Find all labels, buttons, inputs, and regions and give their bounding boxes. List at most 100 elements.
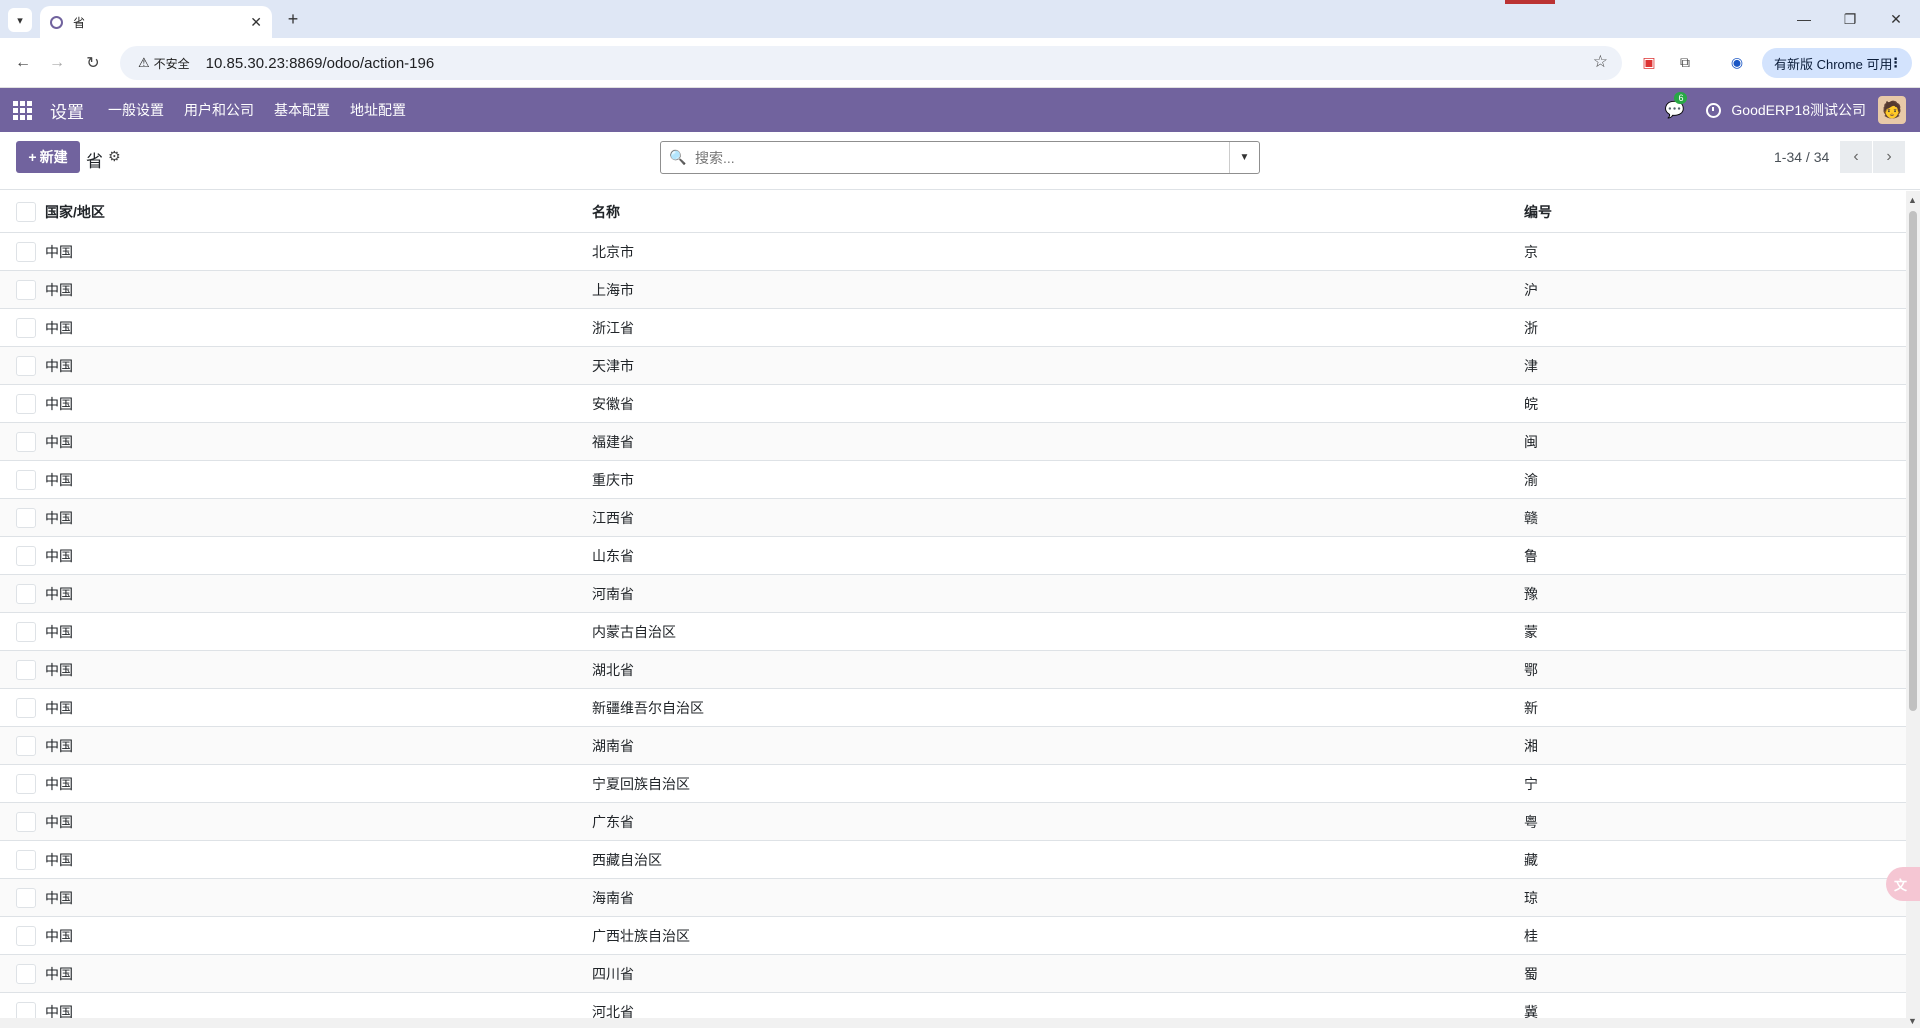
- table-row[interactable]: 中国 河南省 豫: [0, 575, 1906, 613]
- menu-general-settings[interactable]: 一般设置: [98, 100, 174, 120]
- row-checkbox[interactable]: [16, 545, 36, 566]
- chrome-update-button[interactable]: 有新版 Chrome 可用 ⋮: [1762, 48, 1912, 78]
- row-checkbox[interactable]: [16, 849, 36, 870]
- table-row[interactable]: 中国 宁夏回族自治区 宁: [0, 765, 1906, 803]
- cell-name: 海南省: [592, 889, 634, 906]
- url-text[interactable]: 10.85.30.23:8869/odoo/action-196: [206, 55, 435, 72]
- vertical-scrollbar[interactable]: ▲ ▼: [1906, 191, 1920, 1028]
- app-brand[interactable]: 设置: [50, 98, 84, 123]
- row-checkbox[interactable]: [16, 963, 36, 984]
- gear-icon[interactable]: ⚙: [108, 148, 121, 165]
- pager-previous-icon[interactable]: ‹: [1840, 141, 1872, 173]
- pager-next-icon[interactable]: ›: [1873, 141, 1905, 173]
- back-icon[interactable]: ←: [10, 50, 36, 76]
- cell-name: 上海市: [592, 281, 634, 298]
- forward-icon[interactable]: →: [44, 50, 70, 76]
- table-row[interactable]: 中国 广西壮族自治区 桂: [0, 917, 1906, 955]
- row-checkbox[interactable]: [16, 925, 36, 946]
- user-avatar[interactable]: 🧑: [1878, 96, 1906, 124]
- extensions-icon[interactable]: ⧉: [1673, 50, 1697, 74]
- minimize-icon[interactable]: —: [1790, 6, 1818, 32]
- cell-code: 京: [1524, 243, 1538, 260]
- site-info-chip[interactable]: ⚠ 不安全: [130, 51, 198, 75]
- row-checkbox[interactable]: [16, 431, 36, 452]
- table-row[interactable]: 中国 浙江省 浙: [0, 309, 1906, 347]
- table-row[interactable]: 中国 河北省 冀: [0, 993, 1906, 1019]
- row-checkbox[interactable]: [16, 583, 36, 604]
- table-row[interactable]: 中国 四川省 蜀: [0, 955, 1906, 993]
- browser-tab[interactable]: 省 ✕: [40, 6, 272, 38]
- table-row[interactable]: 中国 湖南省 湘: [0, 727, 1906, 765]
- menu-users-companies[interactable]: 用户和公司: [174, 100, 264, 120]
- list-view: 国家/地区 名称 编号 中国 北京市京中国 上海市沪中国 浙江省浙中国 天津市津中国 安徽…: [0, 191, 1906, 1019]
- messaging-icon[interactable]: 💬 6: [1664, 92, 1688, 120]
- chat-count-badge: 6: [1674, 92, 1688, 104]
- table-row[interactable]: 中国 广东省 粤: [0, 803, 1906, 841]
- column-header-code[interactable]: 编号: [1524, 202, 1552, 222]
- row-checkbox[interactable]: [16, 887, 36, 908]
- table-row[interactable]: 中国 福建省 闽: [0, 423, 1906, 461]
- cell-country: 中国: [45, 927, 73, 944]
- table-row[interactable]: 中国 西藏自治区 藏: [0, 841, 1906, 879]
- table-row[interactable]: 中国 新疆维吾尔自治区 新: [0, 689, 1906, 727]
- pager-value[interactable]: 1-34 / 34: [1774, 149, 1829, 165]
- row-checkbox[interactable]: [16, 697, 36, 718]
- new-button[interactable]: + 新建: [16, 141, 80, 173]
- table-row[interactable]: 中国 天津市 津: [0, 347, 1906, 385]
- table-header: 国家/地区 名称 编号: [0, 191, 1906, 233]
- translate-extension-icon[interactable]: ▣: [1637, 50, 1661, 74]
- row-checkbox[interactable]: [16, 317, 36, 338]
- row-checkbox[interactable]: [16, 621, 36, 642]
- select-all-checkbox[interactable]: [16, 201, 36, 222]
- activity-clock-icon[interactable]: [1706, 102, 1722, 118]
- tab-close-icon[interactable]: ✕: [250, 14, 262, 31]
- search-options-toggle-icon[interactable]: ▼: [1229, 142, 1259, 173]
- row-checkbox[interactable]: [16, 241, 36, 262]
- column-header-name[interactable]: 名称: [592, 202, 620, 222]
- scroll-down-icon[interactable]: ▼: [1908, 1016, 1917, 1026]
- bookmark-star-icon[interactable]: ☆: [1593, 52, 1608, 72]
- row-checkbox[interactable]: [16, 469, 36, 490]
- table-row[interactable]: 中国 海南省 琼: [0, 879, 1906, 917]
- company-switcher[interactable]: GoodERP18测试公司: [1731, 100, 1866, 120]
- cell-country: 中国: [45, 851, 73, 868]
- table-row[interactable]: 中国 重庆市 渝: [0, 461, 1906, 499]
- row-checkbox[interactable]: [16, 773, 36, 794]
- window-close-icon[interactable]: ✕: [1882, 6, 1910, 32]
- row-checkbox[interactable]: [16, 1001, 36, 1019]
- menu-address-config[interactable]: 地址配置: [340, 100, 416, 120]
- scroll-up-icon[interactable]: ▲: [1908, 195, 1917, 205]
- row-checkbox[interactable]: [16, 355, 36, 376]
- table-row[interactable]: 中国 内蒙古自治区 蒙: [0, 613, 1906, 651]
- new-tab-icon[interactable]: +: [282, 8, 304, 30]
- tab-search-icon[interactable]: ▾: [8, 8, 32, 32]
- apps-menu-icon[interactable]: [0, 88, 44, 132]
- cell-name: 四川省: [592, 965, 634, 982]
- search-input[interactable]: [695, 142, 1229, 173]
- table-row[interactable]: 中国 上海市 沪: [0, 271, 1906, 309]
- table-row[interactable]: 中国 江西省 赣: [0, 499, 1906, 537]
- row-checkbox[interactable]: [16, 659, 36, 680]
- table-row[interactable]: 中国 山东省 鲁: [0, 537, 1906, 575]
- cell-country: 中国: [45, 357, 73, 374]
- restore-icon[interactable]: ❐: [1836, 6, 1864, 32]
- column-header-country[interactable]: 国家/地区: [45, 202, 105, 222]
- table-row[interactable]: 中国 湖北省 鄂: [0, 651, 1906, 689]
- horizontal-scrollbar[interactable]: [0, 1018, 1906, 1028]
- profile-icon[interactable]: ◉: [1725, 50, 1749, 74]
- cell-name: 湖南省: [592, 737, 634, 754]
- table-row[interactable]: 中国 安徽省 皖: [0, 385, 1906, 423]
- floating-translate-icon[interactable]: 文: [1886, 867, 1920, 901]
- row-checkbox[interactable]: [16, 393, 36, 414]
- cell-name: 福建省: [592, 433, 634, 450]
- menu-basic-config[interactable]: 基本配置: [264, 100, 340, 120]
- row-checkbox[interactable]: [16, 279, 36, 300]
- scrollbar-thumb[interactable]: [1909, 211, 1917, 711]
- row-checkbox[interactable]: [16, 811, 36, 832]
- address-bar[interactable]: ⚠ 不安全 10.85.30.23:8869/odoo/action-196 ☆: [120, 46, 1622, 80]
- reload-icon[interactable]: ↻: [80, 50, 106, 76]
- cell-code: 蜀: [1524, 965, 1538, 982]
- row-checkbox[interactable]: [16, 507, 36, 528]
- table-row[interactable]: 中国 北京市 京: [0, 233, 1906, 271]
- row-checkbox[interactable]: [16, 735, 36, 756]
